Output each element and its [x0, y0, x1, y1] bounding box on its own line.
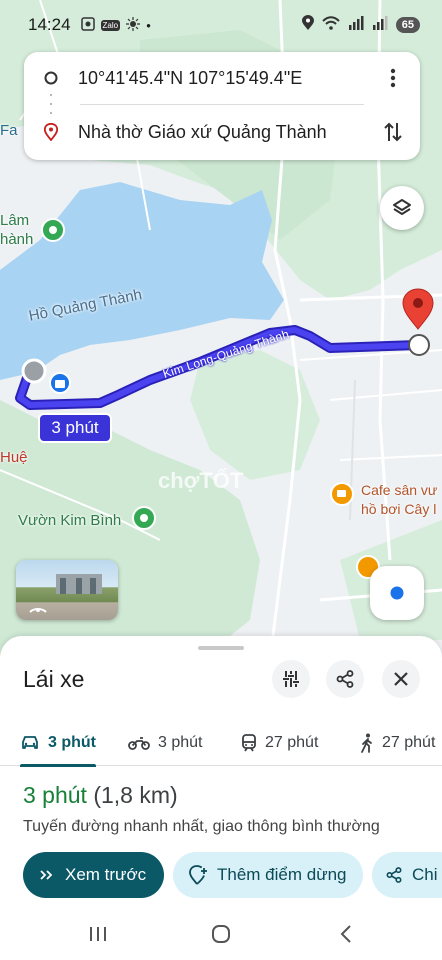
- summary-duration: 3 phút: [23, 782, 87, 808]
- preview-label: Xem trước: [65, 865, 147, 884]
- home-button[interactable]: [209, 922, 233, 946]
- map-label-fa: Fa: [0, 122, 18, 139]
- signal-2-icon: [372, 15, 388, 35]
- route-options-button[interactable]: [272, 660, 310, 698]
- route-card-divider: [80, 104, 364, 105]
- share-icon: [336, 670, 354, 688]
- route-summary: 3 phút (1,8 km): [23, 782, 178, 809]
- more-vert-icon: [390, 68, 396, 88]
- preview-button[interactable]: Xem trước: [23, 852, 164, 898]
- battery-indicator: 65: [395, 17, 420, 33]
- share-button[interactable]: [326, 660, 364, 698]
- zalo-icon: Zalo: [100, 19, 121, 31]
- map-label-cafe-line1: Cafe sân vư: [361, 482, 438, 498]
- share-route-button[interactable]: Chi: [372, 852, 442, 898]
- tab-drive[interactable]: 3 phút: [20, 720, 96, 767]
- close-button[interactable]: [382, 660, 420, 698]
- street-view-image: [29, 574, 102, 613]
- recent-apps-button[interactable]: [86, 922, 110, 946]
- weather-icon: [126, 16, 141, 34]
- tab-motorbike-label: 3 phút: [158, 734, 203, 751]
- system-nav-bar: [0, 906, 442, 960]
- route-description: Tuyến đường nhanh nhất, giao thông bình …: [23, 818, 380, 835]
- drag-handle[interactable]: [198, 646, 244, 650]
- motorbike-icon: [128, 737, 150, 750]
- close-icon: [394, 672, 408, 686]
- route-time-badge[interactable]: 3 phút: [38, 413, 112, 443]
- layers-icon: [393, 199, 411, 215]
- car-icon: [22, 736, 38, 749]
- map-label-cafe-line2: hồ bơi Cây l: [361, 501, 437, 517]
- sheet-title: Lái xe: [23, 666, 85, 692]
- location-status-icon: [301, 14, 314, 36]
- recent-apps-icon: [90, 927, 106, 941]
- screenshot-icon: [80, 16, 95, 34]
- travel-mode-tabs: 3 phút 3 phút 27 phút 27 phút: [0, 720, 442, 767]
- map-label-hue: Huệ: [0, 449, 28, 466]
- destination-input[interactable]: Nhà thờ Giáo xứ Quảng Thành: [78, 122, 366, 143]
- back-icon: [340, 925, 351, 943]
- notification-dot-icon: ●: [146, 20, 151, 30]
- double-chevron-right-icon: [40, 870, 53, 880]
- tab-walk-label: 27 phút: [382, 734, 436, 751]
- add-stop-label: Thêm điểm dừng: [217, 865, 347, 884]
- my-location-icon: [387, 583, 407, 603]
- map-label-thanh: hành: [0, 231, 34, 248]
- transit-icon: [242, 734, 256, 752]
- add-stop-button[interactable]: Thêm điểm dừng: [173, 852, 363, 898]
- share-route-label: Chi: [412, 865, 438, 884]
- share-icon: [386, 867, 402, 883]
- layers-button[interactable]: [380, 186, 424, 230]
- street-view-thumbnail[interactable]: [16, 560, 118, 620]
- origin-circle-icon: [24, 71, 78, 85]
- signal-icon: [348, 15, 364, 35]
- my-location-button[interactable]: [370, 566, 424, 620]
- destination-row[interactable]: Nhà thờ Giáo xứ Quảng Thành: [24, 108, 420, 156]
- directions-sheet: Lái xe 3 phút 3 phút 27 phút 27 phút 3 p…: [0, 636, 442, 906]
- home-icon: [212, 925, 230, 943]
- destination-pin-icon: [24, 123, 78, 141]
- more-options-button[interactable]: [366, 68, 420, 88]
- tune-icon: [283, 671, 299, 687]
- origin-input[interactable]: 10°41'45.4"N 107°15'49.4"E: [78, 68, 366, 89]
- tab-drive-label: 3 phút: [48, 734, 96, 751]
- walk-icon: [361, 733, 372, 753]
- tab-transit[interactable]: 27 phút: [241, 720, 318, 766]
- wifi-icon: [322, 15, 340, 35]
- swap-button[interactable]: [366, 121, 420, 143]
- tab-walk[interactable]: 27 phút: [360, 720, 435, 766]
- swap-vert-icon: [384, 122, 402, 142]
- route-card: 10°41'45.4"N 107°15'49.4"E Nhà thờ Giáo …: [24, 52, 420, 160]
- tab-transit-label: 27 phút: [265, 734, 319, 751]
- status-bar: 14:24 Zalo ● 65: [0, 0, 442, 50]
- map-label-lam: Lâm: [0, 212, 30, 229]
- back-button[interactable]: [334, 922, 358, 946]
- map-label-vuon-kim-binh: Vườn Kim Bình: [18, 512, 122, 529]
- status-time: 14:24: [28, 15, 71, 34]
- watermark: chợTỐT: [158, 468, 244, 493]
- summary-distance: (1,8 km): [93, 782, 178, 808]
- tab-motorbike[interactable]: 3 phút: [128, 720, 202, 766]
- origin-row[interactable]: 10°41'45.4"N 107°15'49.4"E: [24, 54, 420, 102]
- add-location-icon: [189, 865, 207, 885]
